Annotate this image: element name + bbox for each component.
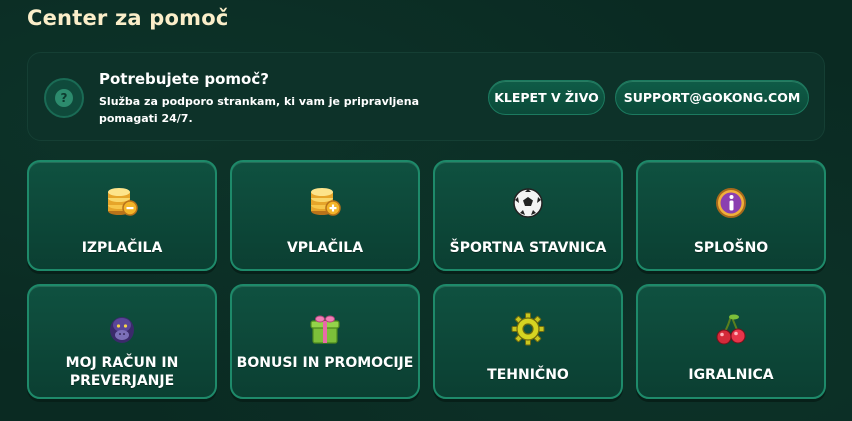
gear-icon [511, 312, 545, 346]
category-card-technical[interactable]: TEHNIČNO [433, 284, 623, 399]
soccer-ball-icon [513, 188, 543, 218]
category-label: IGRALNICA [688, 367, 774, 383]
category-card-sports-betting[interactable]: ŠPORTNA STAVNICA [433, 160, 623, 271]
coins-minus-icon [108, 188, 138, 216]
help-title: Potrebujete pomoč? [99, 70, 269, 88]
category-card-withdrawals[interactable]: IZPLAČILA [27, 160, 217, 271]
category-card-general[interactable]: SPLOŠNO [636, 160, 826, 271]
help-panel: ? Potrebujete pomoč? Služba za podporo s… [27, 52, 825, 141]
category-card-account-verification[interactable]: MOJ RAČUN IN PREVERJANJE [27, 284, 217, 399]
help-description: Služba za podporo strankam, ki vam je pr… [99, 95, 420, 125]
category-label: IZPLAČILA [81, 240, 163, 256]
live-chat-button[interactable]: KLEPET V ŽIVO [488, 80, 605, 115]
category-label: VPLAČILA [286, 240, 364, 256]
category-card-casino[interactable]: IGRALNICA [636, 284, 826, 399]
page-title: Center za pomoč [27, 6, 229, 30]
gorilla-icon [110, 317, 134, 343]
category-label: BONUSI IN PROMOCIJE [236, 355, 414, 371]
category-card-deposits[interactable]: VPLAČILA [230, 160, 420, 271]
info-icon [716, 188, 746, 218]
coins-plus-icon [311, 188, 341, 216]
gift-icon [310, 315, 340, 344]
category-label: MOJ RAČUN IN PREVERJANJE [65, 355, 179, 389]
support-email-button[interactable]: SUPPORT@GOKONG.COM [615, 80, 809, 115]
cherries-icon [716, 314, 746, 345]
category-label: ŠPORTNA STAVNICA [449, 240, 607, 256]
category-label: TEHNIČNO [487, 367, 569, 383]
question-icon: ? [44, 78, 84, 118]
category-label: SPLOŠNO [693, 240, 769, 256]
category-card-bonuses-promotions[interactable]: BONUSI IN PROMOCIJE [230, 284, 420, 399]
